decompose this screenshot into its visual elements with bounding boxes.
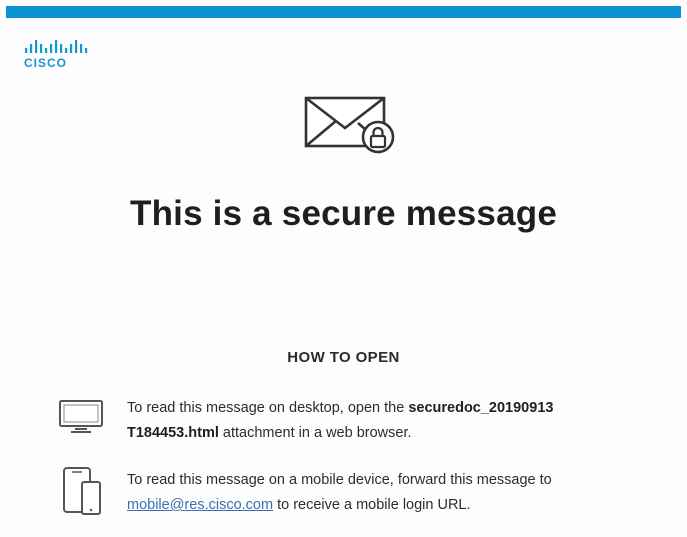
desktop-text-after: attachment in a web browser. [218,425,412,441]
mobile-text-before: To read this message on a mobile device,… [127,472,552,488]
how-to-open-heading: HOW TO OPEN [287,349,400,366]
mobile-instructions: To read this message on a mobile device,… [127,468,675,518]
attachment-filename-part2: T184453.html [127,425,219,441]
desktop-text-before: To read this message on desktop, open th… [127,400,409,416]
desktop-instructions: To read this message on desktop, open th… [127,396,675,446]
cisco-logo: CISCO [24,40,94,76]
mobile-devices-icon [62,466,106,523]
mobile-email-link[interactable]: mobile@res.cisco.com [127,497,273,513]
page-title: This is a secure message [130,194,557,233]
cisco-wordmark: CISCO [24,56,68,70]
mobile-text-after: to receive a mobile login URL. [273,497,471,513]
attachment-filename-part1: securedoc_20190913 [408,400,554,416]
cisco-bars-icon [25,40,88,53]
desktop-monitor-icon [57,399,105,440]
top-accent-bar [6,6,681,18]
envelope-lock-icon [300,95,400,159]
secure-message-page: CISCO This is a secure message HOW TO OP… [0,0,687,537]
